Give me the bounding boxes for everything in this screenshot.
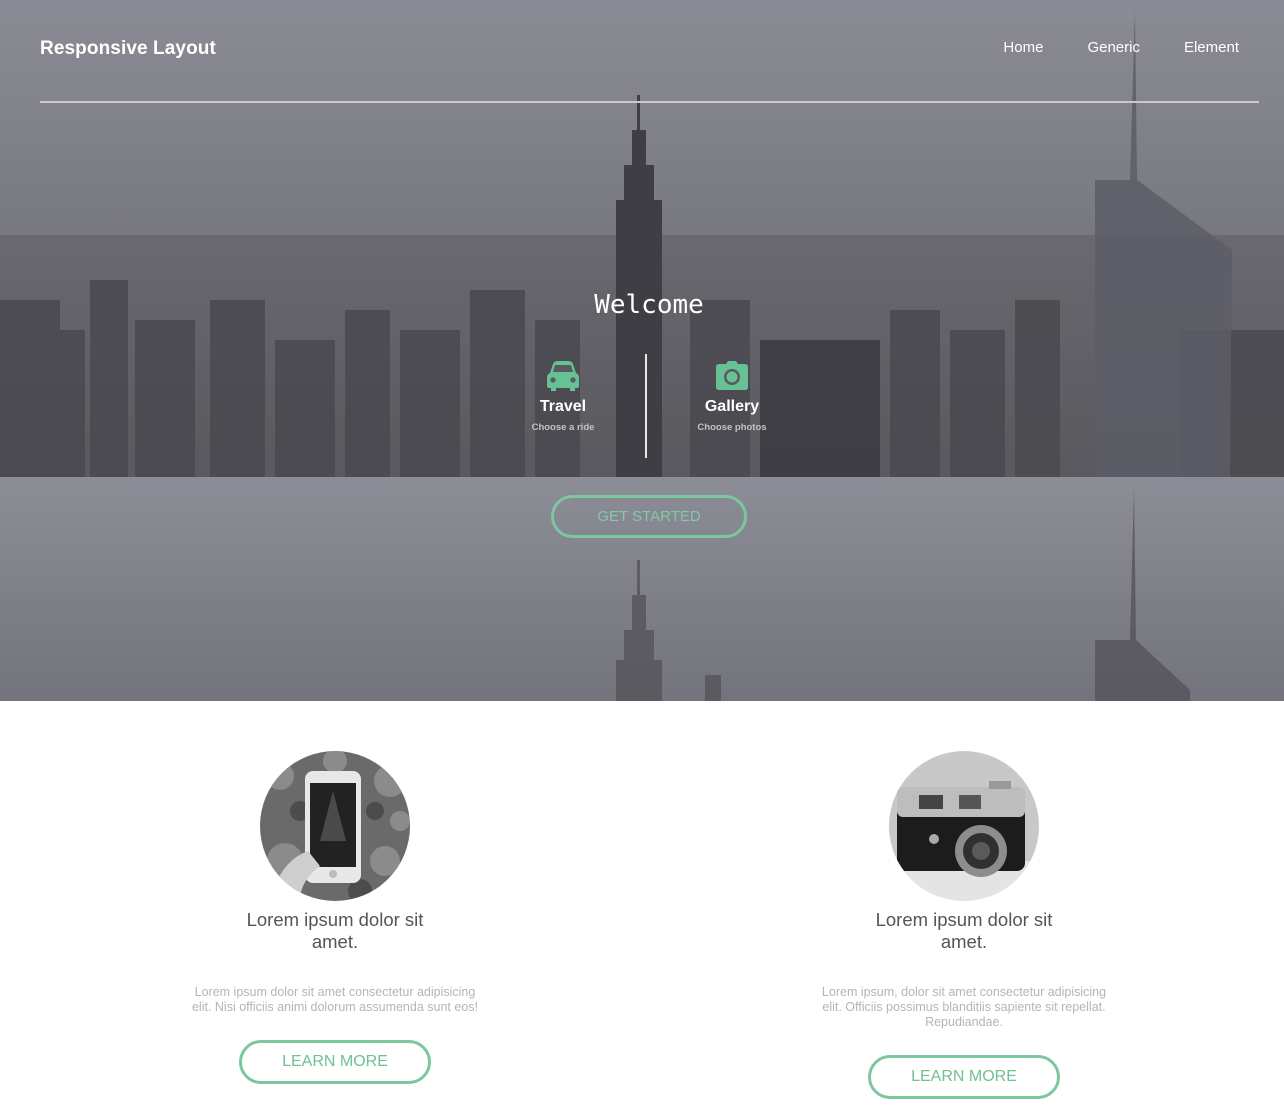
feature-gallery-subtitle: Choose photos <box>697 422 767 433</box>
brand-logo-text[interactable]: Responsive Layout <box>40 38 216 60</box>
main-nav: Home Generic Element <box>1003 38 1239 58</box>
feature-gallery-title: Gallery <box>704 398 760 415</box>
card-image-phone <box>260 751 410 901</box>
hero-title: Welcome <box>594 290 704 320</box>
card-image-camera <box>889 751 1039 901</box>
card-camera: Lorem ipsum dolor sit amet. Lorem ipsum,… <box>804 751 1124 1099</box>
feature-divider <box>645 354 647 458</box>
feature-travel-subtitle: Choose a ride <box>531 422 595 433</box>
learn-more-button-1[interactable]: LEARN MORE <box>239 1040 431 1084</box>
card-phone: Lorem ipsum dolor sit amet. Lorem ipsum … <box>175 751 495 1084</box>
nav-link-generic[interactable]: Generic <box>1087 38 1140 58</box>
nav-link-element[interactable]: Element <box>1184 38 1239 58</box>
get-started-button[interactable]: GET STARTED <box>551 495 747 538</box>
card-phone-text: Lorem ipsum dolor sit amet consectetur a… <box>191 985 478 1014</box>
card-camera-title: Lorem ipsum dolor sit amet. <box>875 909 1053 952</box>
camera-icon <box>716 361 748 390</box>
card-phone-title: Lorem ipsum dolor sit amet. <box>246 909 424 952</box>
phone-photo-image <box>260 751 410 901</box>
feature-travel[interactable]: Travel Choose a ride <box>483 360 643 433</box>
card-camera-text: Lorem ipsum, dolor sit amet consectetur … <box>821 985 1107 1029</box>
hero-section: Responsive Layout Home Generic Element W… <box>0 0 1284 701</box>
city-skyline-background <box>0 0 1284 701</box>
header-divider <box>40 101 1259 103</box>
nav-link-home[interactable]: Home <box>1003 38 1043 58</box>
camera-photo-image <box>889 751 1039 901</box>
learn-more-button-2[interactable]: LEARN MORE <box>868 1055 1060 1099</box>
feature-gallery[interactable]: Gallery Choose photos <box>652 360 812 433</box>
feature-travel-title: Travel <box>539 398 587 415</box>
car-icon <box>547 361 579 391</box>
